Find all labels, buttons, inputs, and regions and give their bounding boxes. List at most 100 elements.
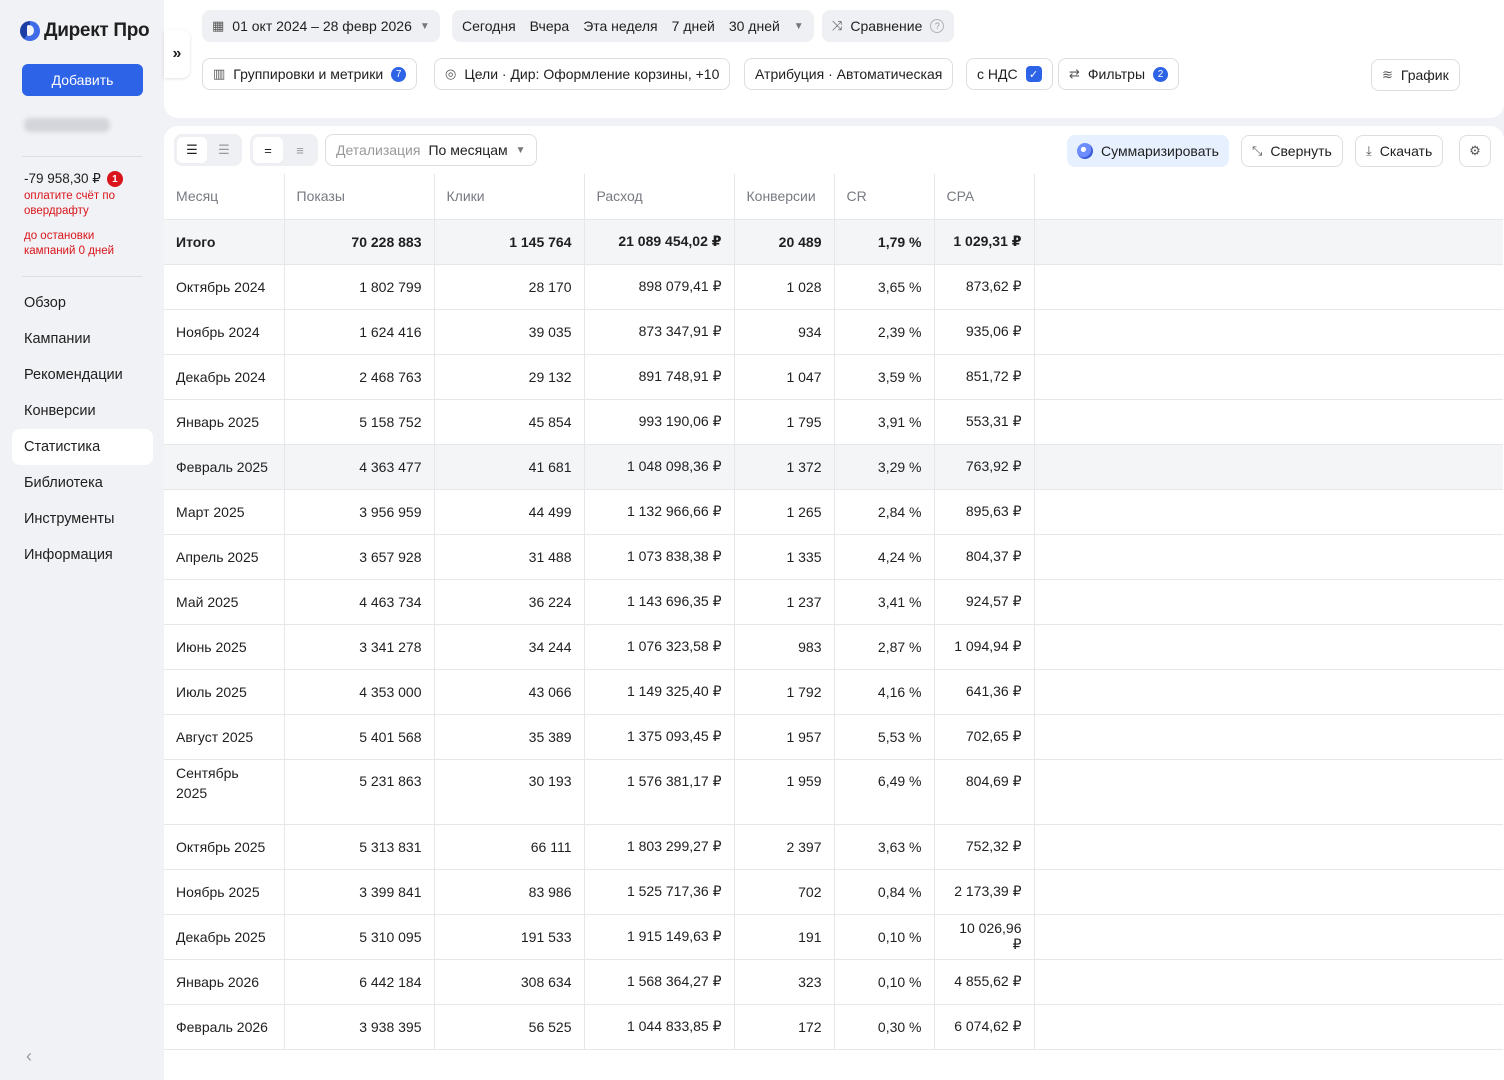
table-cell: 924,57 ₽: [934, 579, 1035, 625]
chart-label: График: [1400, 67, 1449, 83]
total-row[interactable]: Итого 70 228 883 1 145 764 21 089 454,02 ₽2…: [164, 219, 1503, 265]
date-range-value: 01 окт 2024 – 28 февр 2026: [232, 18, 412, 34]
summarize-button[interactable]: Суммаризировать: [1067, 135, 1229, 167]
download-icon: ⤓: [1366, 143, 1372, 158]
table-cell: 29 132: [434, 354, 585, 400]
table-cell: 1 803 299,27 ₽: [584, 824, 735, 870]
table-cell: 21 089 454,02 ₽: [584, 219, 735, 265]
settings-button[interactable]: ⚙: [1459, 135, 1491, 167]
groupings-button[interactable]: ▥ Группировки и метрики 7: [202, 58, 418, 90]
date-preset[interactable]: Эта неделя: [583, 18, 657, 34]
chart-button[interactable]: ≋ График: [1371, 59, 1460, 91]
date-preset[interactable]: Вчера: [530, 18, 570, 34]
compact-density-icon[interactable]: =: [253, 137, 283, 163]
column-header[interactable]: Расход: [584, 174, 735, 220]
empty-cell: [1034, 624, 1503, 670]
filters-label: Фильтры: [1087, 66, 1145, 82]
table-row[interactable]: Февраль 2026 3 938 395 56 525 1 044 833,85 …: [164, 1004, 1503, 1050]
table-cell: 28 170: [434, 264, 585, 310]
table-row[interactable]: Август 2025 5 401 568 35 389 1 375 093,45 ₽…: [164, 714, 1503, 760]
goals-button[interactable]: ◎ Цели · Дир: Оформление корзины, +10: [434, 58, 731, 90]
table-cell: 1 048 098,36 ₽: [584, 444, 735, 490]
compare-label: Сравнение: [850, 18, 923, 34]
download-button[interactable]: ⤓ Скачать: [1355, 135, 1444, 167]
table-row[interactable]: Январь 2025 5 158 752 45 854 993 190,06 ₽1 …: [164, 399, 1503, 445]
normal-density-icon[interactable]: ≡: [285, 137, 315, 163]
sidebar-item[interactable]: Библиотека: [12, 465, 153, 501]
sidebar-item[interactable]: Кампании: [12, 321, 153, 357]
sidebar-item[interactable]: Обзор: [12, 285, 153, 321]
table-cell: 4 363 477: [284, 444, 435, 490]
table-row[interactable]: Февраль 2025 4 363 477 41 681 1 048 098,36 …: [164, 444, 1503, 490]
table-cell: 36 224: [434, 579, 585, 625]
app-logo[interactable]: Директ Про: [20, 20, 150, 42]
table-row[interactable]: Май 2025 4 463 734 36 224 1 143 696,35 ₽1 2…: [164, 579, 1503, 625]
column-header[interactable]: Месяц: [164, 174, 285, 220]
chevron-down-icon: ▼: [515, 144, 526, 156]
table-row[interactable]: Ноябрь 2024 1 624 416 39 035 873 347,91 ₽93…: [164, 309, 1503, 355]
table-row[interactable]: Октябрь 2025 5 313 831 66 111 1 803 299,27 …: [164, 824, 1503, 870]
direct-logo-icon: [20, 21, 40, 41]
empty-cell: [1034, 309, 1503, 355]
table-cell: 3 341 278: [284, 624, 435, 670]
table-cell: 4,16 %: [834, 669, 935, 715]
detail-select[interactable]: Детализация По месяцам ▼: [325, 134, 537, 166]
table-row[interactable]: Апрель 2025 3 657 928 31 488 1 073 838,38 ₽…: [164, 534, 1503, 580]
collapse-button[interactable]: ⤡ Свернуть: [1241, 135, 1343, 167]
table-cell: 3 956 959: [284, 489, 435, 535]
sidebar-item[interactable]: Конверсии: [12, 393, 153, 429]
tree-view-icon[interactable]: ☰: [209, 137, 239, 163]
sidebar-item[interactable]: Инструменты: [12, 501, 153, 537]
table-cell: 934: [734, 309, 835, 355]
sidebar-item[interactable]: Информация: [12, 537, 153, 573]
compare-button[interactable]: ⤨ Сравнение ?: [822, 10, 955, 42]
ai-icon: [1077, 143, 1093, 159]
table-row[interactable]: Декабрь 2024 2 468 763 29 132 891 748,91 ₽1…: [164, 354, 1503, 400]
column-header[interactable]: Клики: [434, 174, 585, 220]
table-cell: 804,69 ₽: [934, 759, 1035, 825]
collapse-sidebar-icon[interactable]: ‹: [26, 1046, 32, 1067]
overdraft-warning: оплатите счёт по овердрафту: [24, 190, 115, 217]
table-cell: 1 959: [734, 759, 835, 825]
table-row[interactable]: Июль 2025 4 353 000 43 066 1 149 325,40 ₽1 …: [164, 669, 1503, 715]
table-cell: Декабрь 2024: [164, 354, 285, 400]
vat-checkbox[interactable]: ✓: [1025, 66, 1042, 82]
table-cell: 1,79 %: [834, 219, 935, 265]
table-row[interactable]: Декабрь 2025 5 310 095 191 533 1 915 149,63…: [164, 914, 1503, 960]
date-preset[interactable]: Сегодня: [462, 18, 516, 34]
table-row[interactable]: Ноябрь 2025 3 399 841 83 986 1 525 717,36 ₽…: [164, 869, 1503, 915]
table-row[interactable]: Октябрь 2024 1 802 799 28 170 898 079,41 ₽1…: [164, 264, 1503, 310]
help-icon[interactable]: ?: [930, 19, 945, 33]
table-cell: 34 244: [434, 624, 585, 670]
date-range-picker[interactable]: ▦ 01 окт 2024 – 28 февр 2026 ▼: [202, 10, 440, 42]
date-preset[interactable]: 7 дней: [672, 18, 715, 34]
filters-button[interactable]: ⇄ Фильтры 2: [1058, 58, 1179, 90]
vat-toggle[interactable]: с НДС ✓: [966, 58, 1053, 90]
table-cell: 1 802 799: [284, 264, 435, 310]
column-header[interactable]: CR: [834, 174, 935, 220]
table-row[interactable]: Январь 2026 6 442 184 308 634 1 568 364,27 …: [164, 959, 1503, 1005]
table-cell: 3,63 %: [834, 824, 935, 870]
table-row[interactable]: Март 2025 3 956 959 44 499 1 132 966,66 ₽1 …: [164, 489, 1503, 535]
groupings-label: Группировки и метрики: [233, 66, 384, 82]
table-cell: 5 310 095: [284, 914, 435, 960]
table-row[interactable]: Сентябрь 2025 5 231 863 30 193 1 576 381,17…: [164, 759, 1503, 825]
column-header[interactable]: CPA: [934, 174, 1035, 220]
statistics-table: Месяц Показы Клики Расход Конверсии CR CPA Ито…: [164, 174, 1503, 1050]
account-name[interactable]: [24, 118, 110, 132]
table-row[interactable]: Июнь 2025 3 341 278 34 244 1 076 323,58 ₽98…: [164, 624, 1503, 670]
chevron-down-icon[interactable]: ▼: [794, 21, 804, 32]
date-preset[interactable]: 30 дней: [729, 18, 780, 34]
table-cell: Февраль 2026: [164, 1004, 285, 1050]
balance[interactable]: -79 958,30 ₽ 1: [24, 171, 123, 187]
expand-icon[interactable]: »: [164, 30, 190, 78]
attribution-button[interactable]: Атрибуция · Автоматическая: [744, 58, 954, 90]
list-view-icon[interactable]: ☰: [177, 137, 207, 163]
column-header[interactable]: Конверсии: [734, 174, 835, 220]
table-cell: 0,84 %: [834, 869, 935, 915]
table-cell: Январь 2025: [164, 399, 285, 445]
column-header[interactable]: Показы: [284, 174, 435, 220]
sidebar-item[interactable]: Рекомендации: [12, 357, 153, 393]
sidebar-item[interactable]: Статистика: [12, 429, 153, 465]
add-button[interactable]: Добавить: [22, 64, 143, 96]
